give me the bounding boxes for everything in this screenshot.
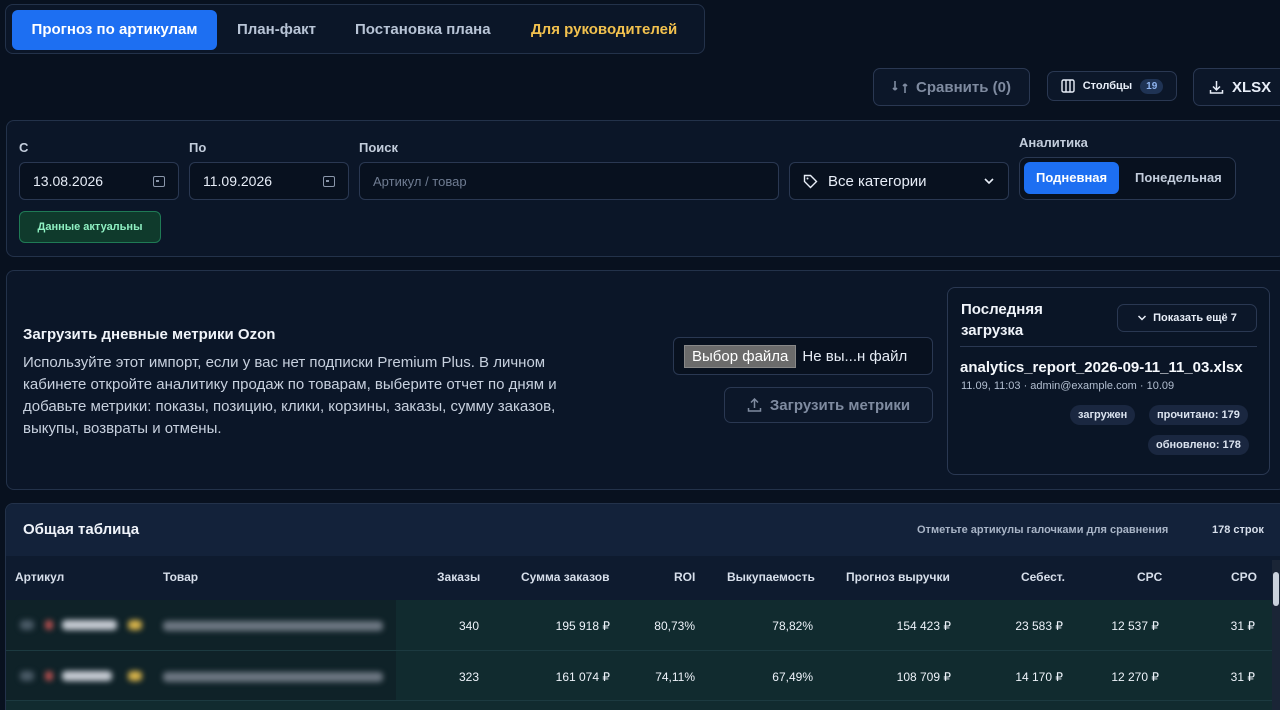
cell-orders: 340 <box>458 619 479 633</box>
cell-cpo: 31 ₽ <box>1230 670 1255 684</box>
cell-cost: 14 170 ₽ <box>1015 670 1063 684</box>
columns-icon <box>1061 79 1075 93</box>
tab-managers[interactable]: Для руководителей <box>517 10 691 50</box>
cell-cpo: 31 ₽ <box>1230 619 1255 633</box>
search-input[interactable]: Артикул / товар <box>359 162 779 200</box>
row-sku-blurred <box>62 671 112 681</box>
col-header-product[interactable]: Товар <box>163 570 198 584</box>
cell-orders: 323 <box>458 670 479 684</box>
table-rows-count: 178 строк <box>1212 524 1264 536</box>
compare-label: Сравнить (0) <box>916 78 1011 96</box>
date-to-label: По <box>189 140 207 155</box>
upload-metrics-button[interactable]: Загрузить метрики <box>724 387 933 423</box>
last-upload-title: Последняя загрузка <box>961 299 1043 341</box>
analytics-toggle: Подневная Понедельная <box>1019 157 1236 200</box>
row-flag-icon <box>45 620 53 630</box>
cell-cpc: 12 270 ₽ <box>1111 670 1159 684</box>
download-icon <box>1209 80 1224 94</box>
search-placeholder: Артикул / товар <box>373 173 467 189</box>
tab-forecast[interactable]: Прогноз по артикулам <box>12 10 217 50</box>
table-title: Общая таблица <box>23 521 140 538</box>
row-flag-icon <box>45 671 53 681</box>
col-header-forecast[interactable]: Прогноз выручки <box>846 570 950 584</box>
col-header-cpc[interactable]: CPC <box>1137 570 1162 584</box>
search-label: Поиск <box>359 140 399 155</box>
category-value: Все категории <box>828 172 927 190</box>
columns-label: Столбцы <box>1082 80 1133 92</box>
cell-roi: 74,11% <box>655 670 695 684</box>
table-scrollbar-thumb[interactable] <box>1273 572 1279 606</box>
cell-orders-sum: 161 074 ₽ <box>555 670 610 684</box>
tag-icon <box>803 174 818 188</box>
category-select[interactable]: Все категории <box>789 162 1009 200</box>
cell-orders-sum: 195 918 ₽ <box>555 619 610 633</box>
row-product-blurred <box>163 621 383 631</box>
compare-icon <box>892 81 908 93</box>
date-to-input[interactable]: 11.09.2026 <box>189 162 349 200</box>
tab-plan-setting[interactable]: Постановка плана <box>341 10 505 50</box>
cell-buyout: 78,82% <box>772 619 813 633</box>
import-title: Загрузить дневные метрики Ozon <box>23 326 276 343</box>
row-checkbox[interactable] <box>20 620 34 630</box>
cell-buyout: 67,49% <box>772 670 813 684</box>
last-upload-meta: 11.09, 11:03 · admin@example.com · 10.09 <box>961 380 1175 392</box>
analytics-daily-option[interactable]: Подневная <box>1024 162 1120 194</box>
date-from-label: С <box>19 140 29 155</box>
date-from-input[interactable]: 13.08.2026 <box>19 162 179 200</box>
table-row[interactable] <box>6 700 1280 710</box>
import-description: Используйте этот импорт, если у вас нет … <box>23 354 557 437</box>
read-count-badge: прочитано: 179 <box>1149 405 1248 425</box>
xlsx-export-button[interactable]: XLSX <box>1193 68 1280 106</box>
cell-cost: 23 583 ₽ <box>1015 619 1063 633</box>
xlsx-label: XLSX <box>1232 78 1272 96</box>
updated-count-badge: обновлено: 178 <box>1148 435 1249 455</box>
show-more-label: Показать ещё 7 <box>1153 312 1237 324</box>
date-from-value: 13.08.2026 <box>33 173 104 189</box>
upload-icon <box>747 397 762 412</box>
col-header-sku[interactable]: Артикул <box>15 570 64 584</box>
file-status: Не вы...н файл <box>802 347 908 365</box>
col-header-orders[interactable]: Заказы <box>437 570 480 584</box>
chevron-down-icon <box>1138 315 1147 321</box>
cell-forecast: 154 423 ₽ <box>896 619 951 633</box>
last-upload-title-line2: загрузка <box>961 322 1024 339</box>
file-input[interactable]: Выбор файла Не вы...н файл <box>673 337 933 375</box>
table-hint: Отметьте артикулы галочками для сравнени… <box>917 524 1169 536</box>
divider <box>960 346 1257 347</box>
star-icon[interactable] <box>128 620 142 630</box>
col-header-buyout[interactable]: Выкупаемость <box>727 570 815 584</box>
analytics-label: Аналитика <box>1019 135 1088 150</box>
columns-count-badge: 19 <box>1140 78 1164 94</box>
compare-button[interactable]: Сравнить (0) <box>873 68 1030 106</box>
show-more-button[interactable]: Показать ещё 7 <box>1117 304 1257 332</box>
date-to-value: 11.09.2026 <box>203 173 273 189</box>
cell-cpc: 12 537 ₽ <box>1111 619 1159 633</box>
last-upload-filename: analytics_report_2026-09-11_11_03.xlsx <box>960 359 1243 376</box>
calendar-icon <box>153 175 165 187</box>
calendar-icon <box>323 175 335 187</box>
table-scrollbar-track[interactable] <box>1272 560 1280 710</box>
upload-status-badge: загружен <box>1070 405 1136 425</box>
row-sku-blurred <box>62 620 117 630</box>
col-header-cpo[interactable]: CPO <box>1231 570 1257 584</box>
chevron-down-icon <box>984 178 994 185</box>
data-status-badge: Данные актуальны <box>19 211 161 243</box>
row-checkbox[interactable] <box>20 671 34 681</box>
analytics-weekly-option[interactable]: Понедельная <box>1123 162 1234 194</box>
columns-button[interactable]: Столбцы 19 <box>1047 71 1177 101</box>
file-choose-button[interactable]: Выбор файла <box>684 344 797 368</box>
cell-roi: 80,73% <box>654 619 695 633</box>
col-header-roi[interactable]: ROI <box>674 570 695 584</box>
cell-forecast: 108 709 ₽ <box>896 670 951 684</box>
star-icon[interactable] <box>128 671 142 681</box>
upload-metrics-label: Загрузить метрики <box>769 396 911 414</box>
col-header-orders-sum[interactable]: Сумма заказов <box>521 570 609 584</box>
col-header-cost[interactable]: Себест. <box>1021 570 1065 584</box>
row-product-blurred <box>163 672 383 682</box>
tab-plan-fact[interactable]: План-факт <box>223 10 330 50</box>
view-tabs: Прогноз по артикулам План-факт Постановк… <box>5 4 705 54</box>
last-upload-title-line1: Последняя <box>961 301 1043 318</box>
